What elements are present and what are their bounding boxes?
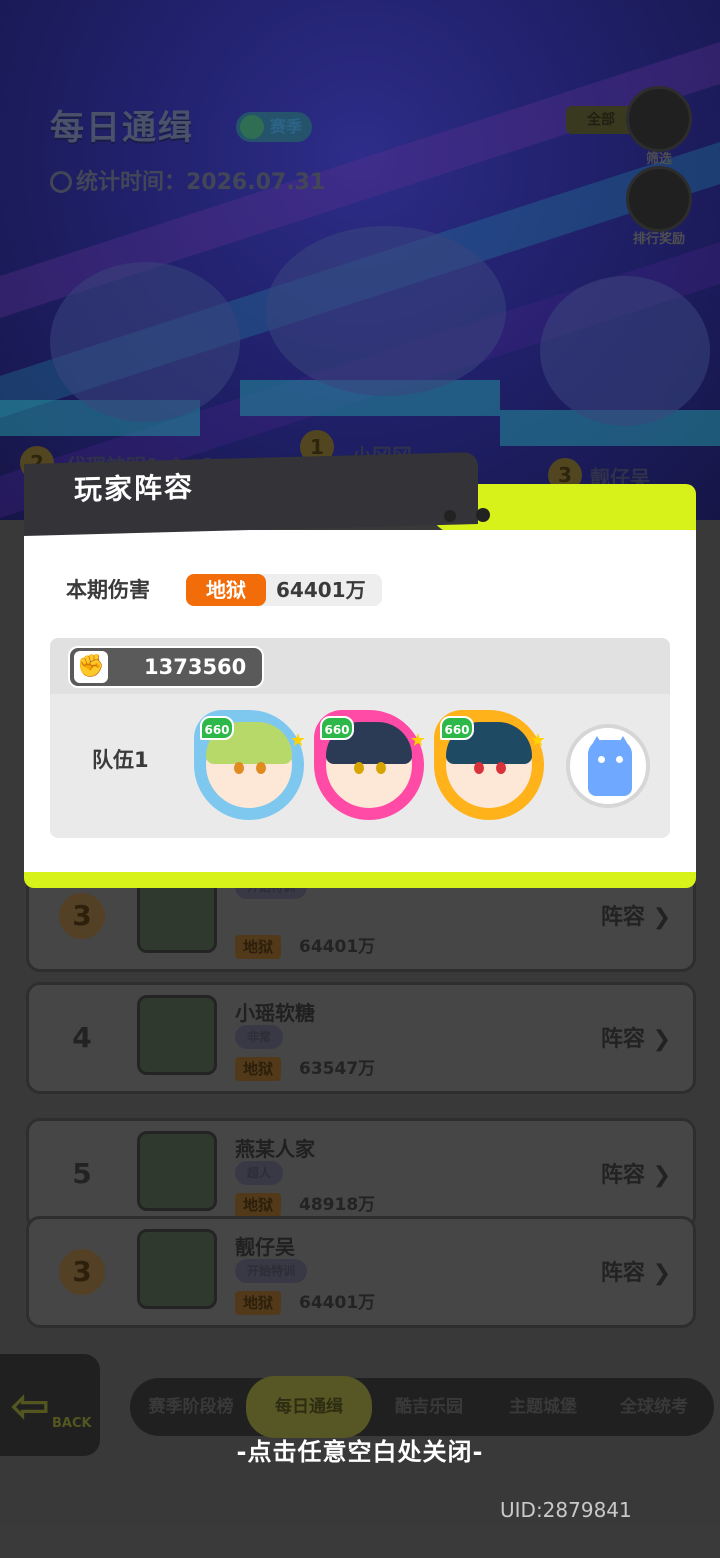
- blue-cat-pet-icon: [588, 740, 632, 796]
- hero-level-badge: 660: [440, 716, 474, 740]
- star-icon: ★: [409, 730, 426, 751]
- user-id: UID:2879841: [500, 1498, 632, 1522]
- power-value: 1373560: [144, 655, 247, 679]
- power-pill: ✊ 1373560: [68, 646, 264, 688]
- modal-header: 玩家阵容: [24, 452, 478, 536]
- hero-level-badge: 660: [200, 716, 234, 740]
- hero-avatar[interactable]: 660 ★: [194, 710, 306, 820]
- decor-dot: [476, 508, 490, 522]
- team-label: 队伍1: [92, 748, 149, 772]
- star-icon: ★: [529, 730, 546, 751]
- team-card: ✊ 1373560 队伍1 660 ★ 660 ★ 660 ★: [50, 638, 670, 838]
- hero-level-badge: 660: [320, 716, 354, 740]
- damage-label: 本期伤害: [66, 578, 150, 602]
- difficulty-badge: 地狱: [186, 574, 266, 606]
- pet-avatar[interactable]: [566, 724, 650, 808]
- modal-title: 玩家阵容: [74, 470, 195, 507]
- player-lineup-modal: 本期伤害 地狱 64401万 ✊ 1373560 队伍1 660 ★ 660 ★…: [24, 452, 696, 888]
- star-icon: ★: [289, 730, 306, 751]
- damage-pill: 地狱 64401万: [186, 574, 382, 606]
- hero-avatar[interactable]: 660 ★: [434, 710, 546, 820]
- decor-dot: [444, 510, 456, 522]
- modal-panel: 本期伤害 地狱 64401万 ✊ 1373560 队伍1 660 ★ 660 ★…: [24, 530, 696, 872]
- hero-avatar[interactable]: 660 ★: [314, 710, 426, 820]
- damage-value: 64401万: [276, 578, 366, 602]
- close-hint[interactable]: -点击任意空白处关闭-: [0, 1432, 720, 1467]
- fist-icon: ✊: [74, 651, 108, 683]
